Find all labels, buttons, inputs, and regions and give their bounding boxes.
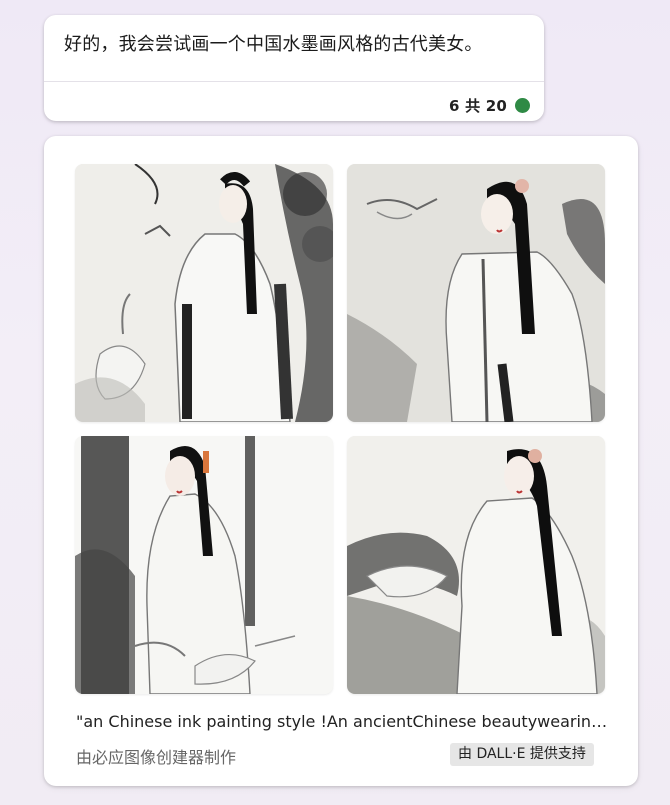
ink-painting-image-4 (347, 436, 605, 694)
ink-painting-image-3 (75, 436, 333, 694)
powered-by-dalle-badge[interactable]: 由 DALL·E 提供支持 (450, 743, 594, 766)
message-divider (44, 81, 544, 82)
assistant-message-text: 好的，我会尝试画一个中国水墨画风格的古代美女。 (64, 34, 483, 55)
generated-image-4[interactable] (347, 436, 605, 694)
assistant-message-card: 好的，我会尝试画一个中国水墨画风格的古代美女。 6 共 20 (44, 15, 544, 121)
turn-counter: 6 共 20 (449, 95, 530, 116)
generated-image-3[interactable] (75, 436, 333, 694)
made-with-image-creator: 由必应图像创建器制作 (76, 748, 237, 767)
generated-image-2[interactable] (347, 164, 605, 422)
generated-image-1[interactable] (75, 164, 333, 422)
image-result-card: "an Chinese ink painting style !An ancie… (44, 136, 638, 786)
prompt-caption[interactable]: "an Chinese ink painting style !An ancie… (76, 711, 606, 733)
status-dot-icon (515, 98, 530, 113)
ink-painting-image-1 (75, 164, 333, 422)
turn-counter-text: 6 共 20 (449, 97, 507, 115)
ink-painting-image-2 (347, 164, 605, 422)
